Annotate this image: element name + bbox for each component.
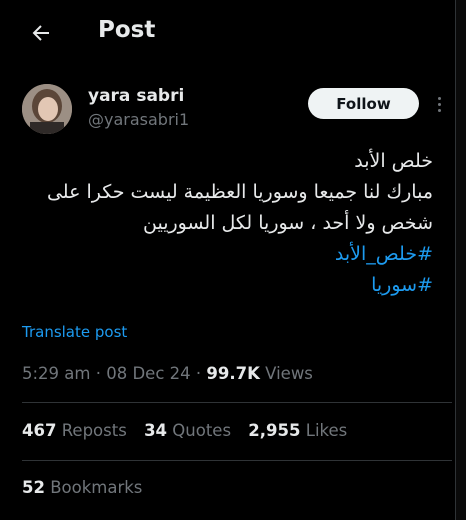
likes-label: Likes	[305, 421, 348, 440]
meta-separator: ·	[95, 364, 101, 383]
views-count: 99.7K	[206, 364, 260, 383]
meta-separator: ·	[195, 364, 202, 383]
quotes-count: 34	[144, 421, 168, 440]
quotes-stat[interactable]: 34 Quotes	[144, 421, 231, 440]
translate-post-link[interactable]: Translate post	[22, 323, 127, 341]
avatar-photo	[22, 84, 72, 134]
likes-count: 2,955	[248, 421, 301, 440]
author-handle[interactable]: @yarasabri1	[88, 110, 189, 129]
arrow-left-icon	[32, 25, 49, 41]
post-date[interactable]: 08 Dec 24	[106, 364, 190, 383]
reposts-stat[interactable]: 467 Reposts	[22, 421, 127, 440]
scrollbar[interactable]	[456, 0, 466, 520]
engagement-stats: 467 Reposts 34 Quotes 2,955 Likes	[22, 421, 359, 440]
more-options-button[interactable]	[430, 92, 448, 116]
more-vertical-icon	[437, 96, 441, 100]
post-text-line: مبارك لنا جميعا وسوريا العظيمة ليست حكرا…	[46, 181, 433, 203]
likes-stat[interactable]: 2,955 Likes	[248, 421, 347, 440]
quotes-label: Quotes	[172, 421, 232, 440]
back-button[interactable]	[22, 16, 60, 50]
divider	[22, 402, 452, 403]
header: Post	[0, 0, 455, 66]
hashtag-link[interactable]: #سوريا	[13, 270, 433, 301]
hashtag-link[interactable]: #خلص_الأبد	[13, 239, 433, 270]
post-time[interactable]: 5:29 am	[22, 364, 90, 383]
views-label: Views	[265, 364, 313, 383]
post-text-line: خلص الأبد	[354, 150, 433, 172]
post-detail-panel: Post yara sabri @yarasabri1 Follow خلص ا…	[0, 0, 456, 520]
bookmarks-label: Bookmarks	[50, 478, 143, 497]
author-display-name[interactable]: yara sabri	[88, 86, 184, 106]
divider	[22, 460, 452, 461]
post-meta: 5:29 am · 08 Dec 24 · 99.7K Views	[22, 364, 313, 383]
bookmarks-stat[interactable]: 52 Bookmarks	[22, 478, 142, 497]
bookmarks-count: 52	[22, 478, 45, 497]
post-text: خلص الأبد مبارك لنا جميعا وسوريا العظيمة…	[13, 146, 433, 301]
post-text-line: شخص ولا أحد ، سوريا لكل السوريين	[143, 212, 433, 234]
follow-button[interactable]: Follow	[308, 88, 419, 119]
page-title: Post	[98, 17, 156, 43]
avatar[interactable]	[22, 84, 72, 134]
reposts-count: 467	[22, 421, 57, 440]
reposts-label: Reposts	[61, 421, 127, 440]
